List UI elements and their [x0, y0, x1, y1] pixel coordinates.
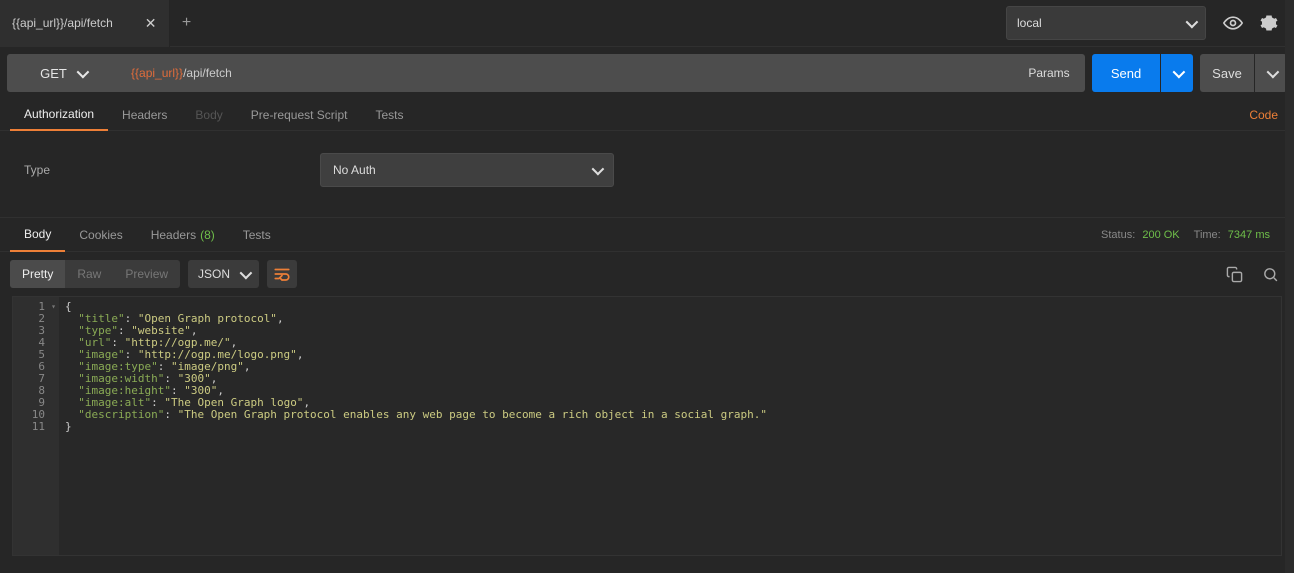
window-header: {{api_url}}/api/fetch ✕ + local: [0, 0, 1294, 47]
response-tab-body[interactable]: Body: [10, 218, 65, 252]
send-button[interactable]: Send: [1092, 54, 1160, 92]
line-gutter: 1234567891011: [13, 297, 59, 555]
time-value: 7347 ms: [1224, 229, 1270, 241]
authorization-panel: Type No Auth: [0, 131, 1294, 218]
response-body-code: { "title": "Open Graph protocol", "type"…: [59, 297, 773, 555]
view-mode-group: Pretty Raw Preview: [10, 260, 180, 288]
view-preview[interactable]: Preview: [113, 260, 180, 288]
window-scrollbar[interactable]: [1285, 0, 1294, 573]
chevron-down-icon: [1172, 65, 1185, 78]
environment-quicklook-button[interactable]: [1216, 6, 1250, 40]
chevron-down-icon: [1186, 15, 1199, 28]
time-label: Time: 7347 ms: [1194, 229, 1284, 241]
search-response-button[interactable]: [1256, 260, 1284, 288]
chevron-down-icon: [240, 266, 253, 279]
auth-type-label: Type: [24, 163, 320, 177]
request-tab-bar: Authorization Headers Body Pre-request S…: [0, 99, 1294, 131]
http-method-select[interactable]: GET: [7, 54, 119, 92]
tab-prerequest[interactable]: Pre-request Script: [237, 99, 362, 131]
tab-body[interactable]: Body: [181, 99, 236, 131]
save-dropdown-button[interactable]: [1255, 54, 1287, 92]
tab-headers[interactable]: Headers: [108, 99, 181, 131]
request-tab-title: {{api_url}}/api/fetch: [12, 16, 113, 30]
save-button[interactable]: Save: [1200, 54, 1254, 92]
send-dropdown-button[interactable]: [1161, 54, 1193, 92]
environment-select[interactable]: local: [1006, 6, 1206, 40]
auth-type-value: No Auth: [333, 163, 376, 177]
settings-button[interactable]: [1252, 6, 1286, 40]
tab-authorization[interactable]: Authorization: [10, 99, 108, 131]
response-body-viewer[interactable]: 1234567891011 { "title": "Open Graph pro…: [12, 296, 1282, 556]
wrap-icon: [273, 266, 291, 282]
request-tab[interactable]: {{api_url}}/api/fetch ✕: [0, 0, 170, 47]
close-icon[interactable]: ✕: [145, 15, 157, 32]
url-variable: {{api_url}}: [131, 66, 183, 80]
response-tab-headers[interactable]: Headers (8): [137, 218, 229, 252]
environment-select-value: local: [1017, 16, 1042, 30]
http-method-value: GET: [40, 66, 67, 81]
response-tab-cookies[interactable]: Cookies: [65, 218, 136, 252]
new-tab-button[interactable]: +: [170, 0, 204, 47]
status-label: Status: 200 OK: [1101, 229, 1194, 241]
line-wrap-toggle[interactable]: [267, 260, 297, 288]
response-view-bar: Pretty Raw Preview JSON: [0, 252, 1294, 296]
view-raw[interactable]: Raw: [65, 260, 113, 288]
chevron-down-icon: [592, 162, 605, 175]
params-button[interactable]: Params: [1013, 54, 1085, 92]
format-select[interactable]: JSON: [188, 260, 259, 288]
chevron-down-icon: [1266, 65, 1279, 78]
auth-type-select[interactable]: No Auth: [320, 153, 614, 187]
request-bar: GET {{api_url}}/api/fetch Params Send Sa…: [0, 47, 1294, 99]
copy-response-button[interactable]: [1220, 260, 1248, 288]
response-tab-bar: Body Cookies Headers (8) Tests Status: 2…: [0, 218, 1294, 252]
chevron-down-icon: [76, 65, 89, 78]
url-input[interactable]: {{api_url}}/api/fetch: [119, 54, 1013, 92]
code-link[interactable]: Code: [1249, 108, 1284, 122]
response-tab-tests[interactable]: Tests: [229, 218, 285, 252]
tab-tests[interactable]: Tests: [361, 99, 417, 131]
url-path: /api/fetch: [183, 66, 232, 80]
headers-count: (8): [200, 228, 215, 242]
view-pretty[interactable]: Pretty: [10, 260, 65, 288]
status-value: 200 OK: [1138, 229, 1179, 241]
